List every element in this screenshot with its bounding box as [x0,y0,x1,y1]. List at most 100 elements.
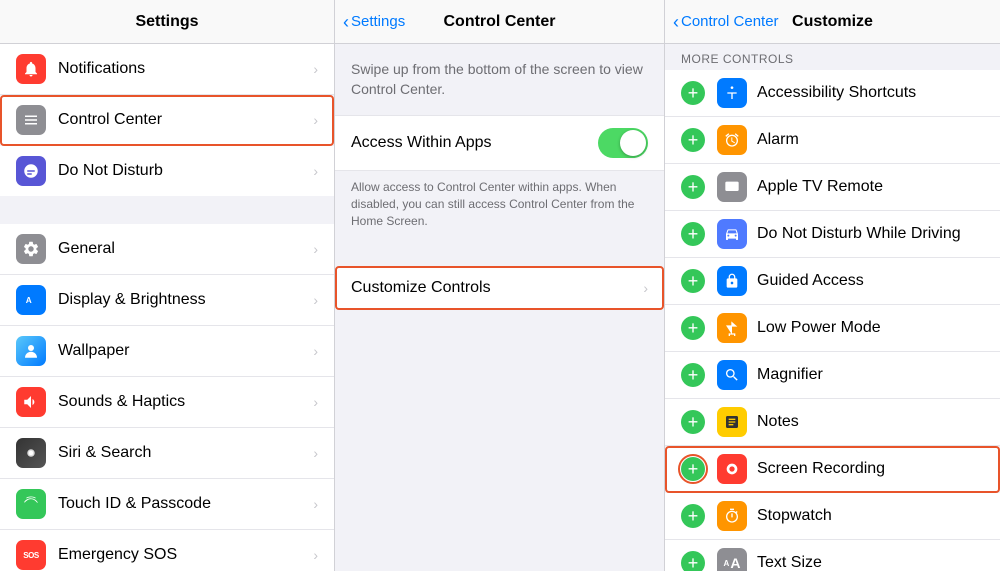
control-item-accessibility[interactable]: + Accessibility Shortcuts [665,70,1000,117]
access-within-apps-row[interactable]: Access Within Apps [335,115,664,171]
screen-recording-icon [717,454,747,484]
alarm-label: Alarm [757,131,984,149]
settings-item-display[interactable]: A Display & Brightness › [0,275,334,326]
svg-text:A: A [26,296,32,305]
display-chevron: › [313,292,318,308]
guided-access-label: Guided Access [757,272,984,290]
sounds-chevron: › [313,394,318,410]
emergency-chevron: › [313,547,318,563]
emergency-icon: SOS [16,540,46,570]
access-description: Allow access to Control Center within ap… [335,171,664,245]
add-screen-recording-btn[interactable]: + [681,457,705,481]
wallpaper-icon [16,336,46,366]
text-size-icon: AA [717,548,747,571]
touchid-icon [16,489,46,519]
wallpaper-chevron: › [313,343,318,359]
add-guided-access-btn[interactable]: + [681,269,705,293]
add-low-power-btn[interactable]: + [681,316,705,340]
text-size-label: Text Size [757,554,984,571]
left-panel: Settings Notifications › Control Center … [0,0,335,571]
settings-item-sounds[interactable]: Sounds & Haptics › [0,377,334,428]
notes-label: Notes [757,413,984,431]
middle-content: Swipe up from the bottom of the screen t… [335,44,664,571]
general-icon [16,234,46,264]
screen-recording-label: Screen Recording [757,460,984,478]
general-label: General [58,240,305,258]
siri-chevron: › [313,445,318,461]
magnifier-icon [717,360,747,390]
control-item-magnifier[interactable]: + Magnifier [665,352,1000,399]
add-alarm-btn[interactable]: + [681,128,705,152]
control-item-low-power[interactable]: + Low Power Mode [665,305,1000,352]
middle-back-label: Settings [351,13,405,30]
access-toggle[interactable] [598,128,648,158]
do-not-disturb-label: Do Not Disturb [58,162,305,180]
sounds-label: Sounds & Haptics [58,393,305,411]
settings-item-emergency[interactable]: SOS Emergency SOS › [0,530,334,571]
access-within-apps-label: Access Within Apps [351,134,598,152]
more-controls-label: MORE CONTROLS [665,44,1000,70]
separator-1 [0,196,334,224]
control-item-appletv[interactable]: + Apple TV Remote [665,164,1000,211]
right-nav-header: ‹ Control Center Customize [665,0,1000,44]
appletv-label: Apple TV Remote [757,178,984,196]
control-center-chevron: › [313,112,318,128]
customize-controls-row[interactable]: Customize Controls › [335,266,664,310]
add-magnifier-btn[interactable]: + [681,363,705,387]
add-accessibility-btn[interactable]: + [681,81,705,105]
middle-back-arrow: ‹ [343,13,349,31]
notifications-label: Notifications [58,60,305,78]
middle-panel-title: Control Center [444,13,556,31]
customize-controls-label: Customize Controls [351,279,635,297]
touchid-label: Touch ID & Passcode [58,495,305,513]
notifications-chevron: › [313,61,318,77]
accessibility-icon [717,78,747,108]
control-item-notes[interactable]: + Notes [665,399,1000,446]
settings-group-1: Notifications › Control Center › Do Not … [0,44,334,196]
right-back-label: Control Center [681,13,779,30]
stopwatch-icon [717,501,747,531]
low-power-label: Low Power Mode [757,319,984,337]
controls-list: MORE CONTROLS + Accessibility Shortcuts … [665,44,1000,571]
settings-list: Notifications › Control Center › Do Not … [0,44,334,571]
notifications-icon [16,54,46,84]
middle-back-button[interactable]: ‹ Settings [343,13,405,31]
control-item-dnd-driving[interactable]: + Do Not Disturb While Driving [665,211,1000,258]
emergency-label: Emergency SOS [58,546,305,564]
add-stopwatch-btn[interactable]: + [681,504,705,528]
add-text-size-btn[interactable]: + [681,551,705,571]
left-panel-title: Settings [135,13,198,31]
middle-description: Swipe up from the bottom of the screen t… [335,44,664,115]
add-dnd-driving-btn[interactable]: + [681,222,705,246]
control-item-guided-access[interactable]: + Guided Access [665,258,1000,305]
display-icon: A [16,285,46,315]
settings-item-touchid[interactable]: Touch ID & Passcode › [0,479,334,530]
control-item-stopwatch[interactable]: + Stopwatch [665,493,1000,540]
settings-item-do-not-disturb[interactable]: Do Not Disturb › [0,146,334,196]
do-not-disturb-icon [16,156,46,186]
control-center-icon [16,105,46,135]
settings-item-wallpaper[interactable]: Wallpaper › [0,326,334,377]
control-item-text-size[interactable]: + AA Text Size [665,540,1000,571]
right-panel-title: Customize [792,13,873,31]
right-back-button[interactable]: ‹ Control Center [673,13,779,31]
left-nav-header: Settings [0,0,334,44]
low-power-icon [717,313,747,343]
dnd-driving-icon [717,219,747,249]
dnd-driving-label: Do Not Disturb While Driving [757,225,984,243]
add-notes-btn[interactable]: + [681,410,705,434]
add-appletv-btn[interactable]: + [681,175,705,199]
siri-icon [16,438,46,468]
settings-item-control-center[interactable]: Control Center › [0,95,334,146]
control-item-alarm[interactable]: + Alarm [665,117,1000,164]
alarm-icon [717,125,747,155]
settings-item-notifications[interactable]: Notifications › [0,44,334,95]
settings-item-general[interactable]: General › [0,224,334,275]
notes-icon [717,407,747,437]
sounds-icon [16,387,46,417]
display-label: Display & Brightness [58,291,305,309]
appletv-icon [717,172,747,202]
settings-item-siri[interactable]: Siri & Search › [0,428,334,479]
control-item-screen-recording[interactable]: + Screen Recording [665,446,1000,493]
touchid-chevron: › [313,496,318,512]
